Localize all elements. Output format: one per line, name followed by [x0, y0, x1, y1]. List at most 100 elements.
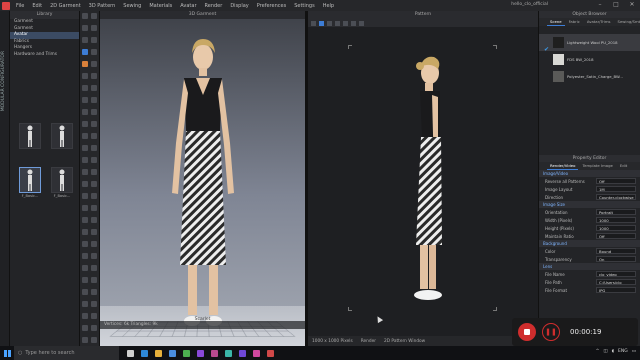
user-name[interactable]: hello_clo_official	[511, 2, 548, 7]
property-section-header[interactable]: Image Size	[539, 201, 640, 208]
store-icon[interactable]	[165, 346, 179, 360]
notification-icon[interactable]: ▭	[632, 349, 636, 354]
toolbar-tool-icon[interactable]	[91, 253, 97, 259]
property-editor-tab[interactable]: Render/Video	[547, 162, 579, 170]
fabric-list-item[interactable]: FDS BW_2018	[539, 51, 640, 68]
3d-garment-window[interactable]: 3D Garment Scarlet	[100, 11, 305, 346]
menu-avatar[interactable]: Avatar	[180, 3, 196, 9]
edge-icon[interactable]	[137, 346, 151, 360]
pattern-window-tab[interactable]: 2D Pattern Window	[384, 339, 425, 344]
toolbar-tool-icon[interactable]	[82, 217, 88, 223]
menu-help[interactable]: Help	[323, 3, 334, 9]
toolbar-tool-icon[interactable]	[82, 13, 88, 19]
property-value-field[interactable]: JPG	[596, 287, 636, 293]
property-section-header[interactable]: Image/Video	[539, 170, 640, 177]
toolbar-tool-icon[interactable]	[82, 169, 88, 175]
language-label[interactable]: ENG	[618, 349, 628, 354]
toolbar-tool-icon[interactable]	[82, 301, 88, 307]
menu-settings[interactable]: Settings	[294, 3, 315, 9]
render-tool-icon[interactable]	[343, 20, 348, 26]
fabric-list-item[interactable]: Lightweight Wool PU_2018	[539, 34, 640, 51]
toolbar-tool-icon[interactable]	[91, 133, 97, 139]
toolbar-tool-icon[interactable]	[82, 37, 88, 43]
app-pink-icon[interactable]	[249, 346, 263, 360]
object-browser-tab[interactable]: Sewing/Smth	[615, 18, 640, 26]
menu-render[interactable]: Render	[205, 3, 223, 9]
toolbar-tool-icon[interactable]	[91, 13, 97, 19]
library-thumbnail[interactable]: F_Basic...	[16, 167, 44, 207]
toolbar-tool-icon[interactable]	[91, 85, 97, 91]
toolbar-tool-icon[interactable]	[82, 289, 88, 295]
library-item[interactable]: Hardware and Trims	[10, 52, 79, 59]
toolbar-tool-icon[interactable]	[82, 241, 88, 247]
toolbar-tool-icon[interactable]	[91, 25, 97, 31]
toolbar-tool-icon[interactable]	[82, 325, 88, 331]
property-value-field[interactable]: On	[596, 256, 636, 262]
start-button[interactable]	[0, 346, 14, 360]
render-window[interactable]: Pattern 1000 x 1000 Pixels Render 2D Pat…	[308, 11, 538, 346]
render-tool-icon[interactable]	[311, 20, 316, 26]
menu-edit[interactable]: Edit	[32, 3, 42, 9]
menu-preferences[interactable]: Preferences	[257, 3, 286, 9]
property-editor-tab[interactable]: Edit	[617, 162, 630, 170]
file-explorer-icon[interactable]	[151, 346, 165, 360]
render-tool-icon[interactable]	[335, 20, 340, 26]
property-value-field[interactable]: 1000	[596, 225, 636, 231]
object-browser-tab[interactable]: Fabric	[566, 18, 583, 26]
toolbar-tool-icon[interactable]	[82, 121, 88, 127]
property-value-field[interactable]: Off	[596, 178, 636, 184]
toolbar-tool-icon[interactable]	[91, 121, 97, 127]
property-value-field[interactable]: Off	[596, 233, 636, 239]
property-section-header[interactable]: Lens	[539, 263, 640, 270]
toolbar-tool-icon[interactable]	[91, 301, 97, 307]
toolbar-tool-icon[interactable]	[82, 253, 88, 259]
toolbar-tool-icon[interactable]	[82, 145, 88, 151]
toolbar-tool-icon[interactable]	[91, 109, 97, 115]
tray-up-icon[interactable]: ^	[596, 349, 600, 354]
minimize-icon[interactable]: –	[596, 1, 604, 8]
toolbar-tool-icon[interactable]	[91, 313, 97, 319]
toolbar-tool-icon[interactable]	[82, 157, 88, 163]
toolbar-tool-icon[interactable]	[82, 337, 88, 343]
toolbar-tool-icon[interactable]	[91, 277, 97, 283]
object-browser-tab[interactable]: Scene	[547, 18, 565, 26]
menu-display[interactable]: Display	[230, 3, 248, 9]
toolbar-tool-icon[interactable]	[82, 193, 88, 199]
library-thumbnail[interactable]	[48, 123, 76, 163]
toolbar-tool-icon[interactable]	[91, 289, 97, 295]
pause-recording-button[interactable]: ❚❚	[542, 323, 560, 341]
close-icon[interactable]: ✕	[628, 1, 636, 8]
toolbar-tool-icon[interactable]	[82, 25, 88, 31]
render-tab[interactable]: Render	[361, 339, 376, 344]
toolbar-tool-icon[interactable]	[82, 85, 88, 91]
modular-strip[interactable]: MODULAR CONFIGURATOR	[0, 11, 10, 346]
property-editor-tab[interactable]: Template Image	[579, 162, 615, 170]
toolbar-tool-icon[interactable]	[91, 193, 97, 199]
library-thumbnail[interactable]: F_Basic...	[48, 167, 76, 207]
property-value-field[interactable]: Counter-clockwise	[596, 194, 636, 200]
app-red-icon[interactable]	[263, 346, 277, 360]
menu-2d-garment[interactable]: 2D Garment	[50, 3, 81, 9]
toolbar-tool-icon[interactable]	[91, 265, 97, 271]
network-icon[interactable]: ◫	[603, 349, 607, 354]
toolbar-tool-icon[interactable]	[82, 133, 88, 139]
toolbar-tool-icon[interactable]	[82, 265, 88, 271]
toolbar-tool-icon[interactable]	[82, 277, 88, 283]
property-value-field[interactable]: Portrait	[596, 209, 636, 215]
task-view-icon[interactable]	[123, 346, 137, 360]
toolbar-tool-icon[interactable]	[82, 205, 88, 211]
toolbar-tool-icon[interactable]	[91, 337, 97, 343]
menu-3d-pattern[interactable]: 3D Pattern	[89, 3, 116, 9]
maximize-icon[interactable]: □	[612, 1, 620, 8]
toolbar-tool-icon[interactable]	[82, 109, 88, 115]
menu-materials[interactable]: Materials	[149, 3, 172, 9]
toolbar-tool-icon[interactable]	[91, 325, 97, 331]
fabric-list-item[interactable]: Polyester_Satin_Charge_BW...	[539, 68, 640, 85]
property-value-field[interactable]: 1000	[596, 217, 636, 223]
app-teal-icon[interactable]	[221, 346, 235, 360]
menu-sewing[interactable]: Sewing	[123, 3, 141, 9]
menu-file[interactable]: File	[16, 3, 24, 9]
app-purple-icon[interactable]	[193, 346, 207, 360]
render-play-icon[interactable]	[319, 20, 324, 26]
toolbar-tool-icon[interactable]	[91, 217, 97, 223]
